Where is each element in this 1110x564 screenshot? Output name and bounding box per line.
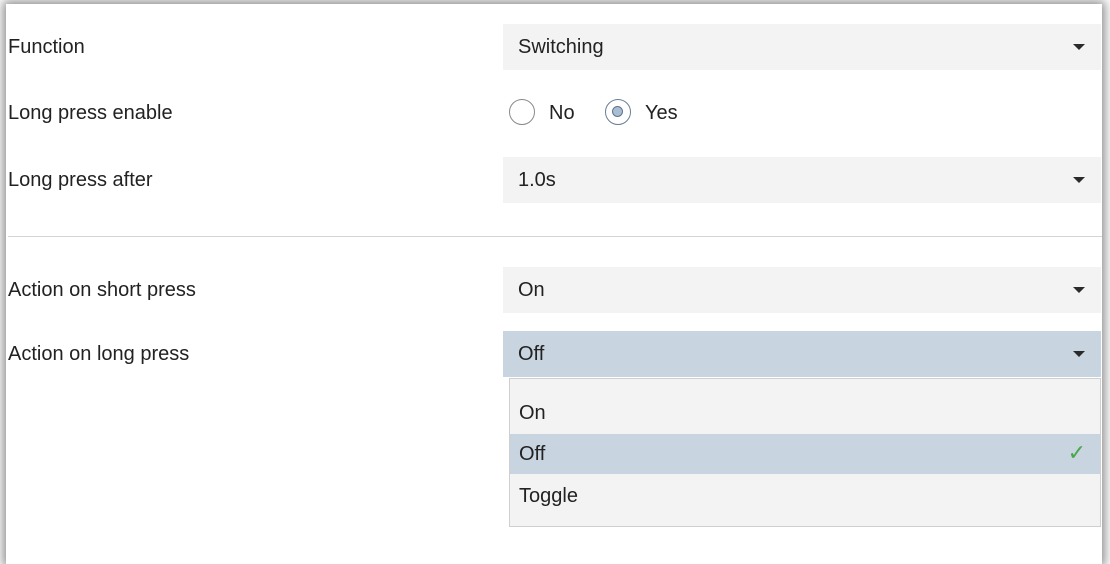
radio-no-label: No: [549, 102, 575, 124]
long-press-action-dropdown: On Off ✓ Toggle: [509, 378, 1101, 527]
row-short-press-action: Action on short press On: [0, 267, 1110, 313]
short-press-action-select[interactable]: On: [503, 267, 1101, 313]
long-press-after-value: 1.0s: [518, 169, 556, 191]
radio-selected-dot: [612, 106, 623, 117]
row-long-press-action: Action on long press Off: [0, 331, 1110, 377]
short-press-action-label: Action on short press: [8, 279, 196, 301]
short-press-action-value: On: [518, 279, 545, 301]
radio-yes-circle: [605, 99, 631, 125]
long-press-action-select[interactable]: Off: [503, 331, 1101, 377]
radio-yes-label: Yes: [645, 102, 678, 124]
function-label: Function: [8, 36, 85, 58]
long-press-after-select[interactable]: 1.0s: [503, 157, 1101, 203]
chevron-down-icon: [1073, 177, 1085, 183]
dropdown-option-label: On: [519, 402, 546, 424]
checkmark-icon: ✓: [1067, 441, 1086, 466]
dropdown-option-label: Off: [519, 443, 546, 465]
long-press-enable-label: Long press enable: [8, 102, 173, 124]
section-divider: [8, 236, 1102, 237]
chevron-down-icon: [1073, 287, 1085, 293]
row-long-press-enable: Long press enable No Yes: [0, 90, 1110, 136]
dropdown-option-label: Toggle: [519, 485, 578, 507]
chevron-down-icon: [1073, 351, 1085, 357]
long-press-action-label: Action on long press: [8, 343, 190, 365]
dropdown-option-off[interactable]: Off ✓: [510, 434, 1100, 474]
function-value: Switching: [518, 36, 604, 58]
row-long-press-after: Long press after 1.0s: [0, 157, 1110, 203]
chevron-down-icon: [1073, 44, 1085, 50]
long-press-action-value: Off: [518, 343, 545, 365]
function-select[interactable]: Switching: [503, 24, 1101, 70]
row-function: Function Switching: [0, 24, 1110, 70]
long-press-after-label: Long press after: [8, 169, 153, 191]
dropdown-option-toggle[interactable]: Toggle: [510, 476, 1100, 516]
radio-no-circle: [509, 99, 535, 125]
dropdown-option-on[interactable]: On: [510, 393, 1100, 433]
